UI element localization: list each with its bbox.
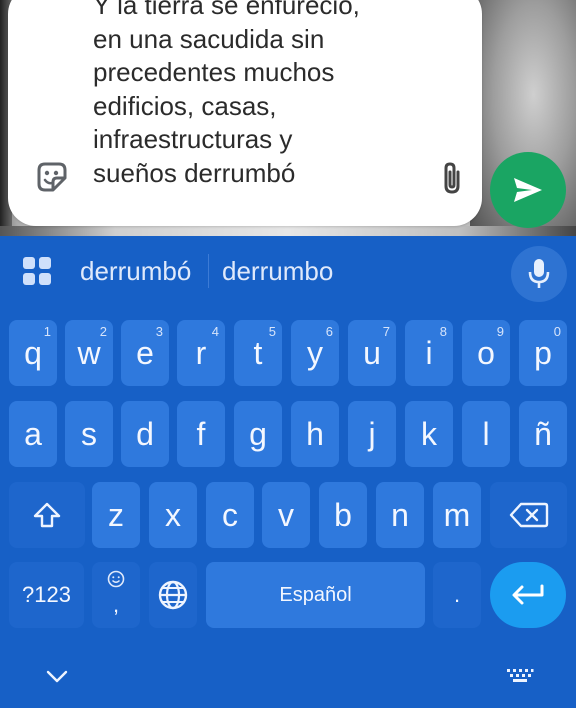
key-hint: 3 (155, 324, 163, 339)
key-label: m (443, 496, 471, 533)
suggestion-divider (208, 254, 209, 288)
period-label: . (453, 582, 461, 607)
key-m[interactable]: m (433, 482, 481, 548)
key-hint: 4 (211, 324, 219, 339)
key-hint: 6 (325, 324, 333, 339)
key-label: e (136, 334, 154, 371)
key-label: k (421, 415, 437, 452)
shift-key[interactable] (9, 482, 85, 548)
sticker-icon[interactable] (35, 160, 69, 194)
key-label: q (24, 334, 42, 371)
key-label: u (363, 334, 381, 371)
key-n-tilde[interactable]: ñ (519, 401, 567, 467)
key-label: n (391, 496, 409, 533)
send-button[interactable] (490, 152, 566, 228)
key-n[interactable]: n (376, 482, 424, 548)
shift-icon (33, 502, 61, 528)
key-label: w (77, 334, 101, 371)
chat-background: Y la tierra se enfureció, en una sacudid… (0, 0, 576, 236)
key-z[interactable]: z (92, 482, 140, 548)
symbols-key[interactable]: ?123 (9, 562, 84, 628)
key-h[interactable]: h (291, 401, 339, 467)
microphone-icon (528, 259, 550, 288)
key-label: c (222, 496, 238, 533)
backspace-key[interactable] (490, 482, 567, 548)
key-hint: 0 (553, 324, 561, 339)
key-y[interactable]: 6 y (291, 320, 339, 386)
key-w[interactable]: 2 w (65, 320, 113, 386)
key-label: g (249, 415, 267, 452)
key-hint: 7 (382, 324, 390, 339)
key-v[interactable]: v (262, 482, 310, 548)
key-r[interactable]: 4 r (177, 320, 225, 386)
key-label: z (108, 496, 124, 533)
message-input-box[interactable]: Y la tierra se enfureció, en una sacudid… (8, 0, 482, 226)
key-label: j (368, 415, 376, 452)
key-label: r (195, 334, 207, 371)
comma-label: , (112, 592, 120, 617)
key-hint: 9 (496, 324, 504, 339)
key-label: p (534, 334, 552, 371)
key-x[interactable]: x (149, 482, 197, 548)
key-d[interactable]: d (121, 401, 169, 467)
key-e[interactable]: 3 e (121, 320, 169, 386)
key-label: y (307, 334, 323, 371)
key-label: ñ (534, 415, 552, 452)
suggestion-bar: derrumbó derrumbo (0, 236, 576, 308)
symbols-key-label: ?123 (22, 582, 71, 607)
emoji-icon (107, 570, 125, 588)
emoji-comma-key[interactable]: , (92, 562, 140, 628)
language-key[interactable] (149, 562, 197, 628)
key-label: b (334, 496, 352, 533)
key-label: x (165, 496, 181, 533)
key-label: o (477, 334, 495, 371)
key-t[interactable]: 5 t (234, 320, 282, 386)
key-label: i (425, 334, 433, 371)
key-a[interactable]: a (9, 401, 57, 467)
key-u[interactable]: 7 u (348, 320, 396, 386)
enter-key[interactable] (490, 562, 566, 628)
enter-icon (512, 584, 544, 605)
key-s[interactable]: s (65, 401, 113, 467)
key-l[interactable]: l (462, 401, 510, 467)
keyboard-switch-icon[interactable] (506, 668, 534, 684)
key-hint: 8 (439, 324, 447, 339)
globe-icon (158, 580, 188, 610)
message-input-text[interactable]: Y la tierra se enfureció, en una sacudid… (93, 0, 423, 191)
period-key[interactable]: . (433, 562, 481, 628)
key-k[interactable]: k (405, 401, 453, 467)
key-label: l (482, 415, 490, 452)
key-label: v (278, 496, 294, 533)
key-label: h (306, 415, 324, 452)
apps-grid-icon[interactable] (22, 256, 52, 286)
suggestion-1[interactable]: derrumbó (80, 256, 191, 287)
key-c[interactable]: c (206, 482, 254, 548)
key-hint: 5 (268, 324, 276, 339)
key-p[interactable]: 0 p (519, 320, 567, 386)
key-label: s (81, 415, 97, 452)
key-hint: 2 (99, 324, 107, 339)
key-label: f (196, 415, 206, 452)
key-label: d (136, 415, 154, 452)
attachment-icon[interactable] (438, 160, 466, 196)
voice-input-button[interactable] (511, 246, 567, 302)
key-label: t (253, 334, 263, 371)
key-g[interactable]: g (234, 401, 282, 467)
keyboard: derrumbó derrumbo 1 q 2 w 3 e 4 r 5 t 6 … (0, 236, 576, 708)
key-f[interactable]: f (177, 401, 225, 467)
key-i[interactable]: 8 i (405, 320, 453, 386)
space-key[interactable]: Español (206, 562, 425, 628)
suggestion-2[interactable]: derrumbo (222, 256, 333, 287)
backspace-icon (509, 502, 548, 528)
key-q[interactable]: 1 q (9, 320, 57, 386)
key-label: a (24, 415, 42, 452)
space-key-label: Español (279, 583, 352, 606)
key-b[interactable]: b (319, 482, 367, 548)
key-o[interactable]: 9 o (462, 320, 510, 386)
send-arrow-icon (514, 178, 542, 202)
key-j[interactable]: j (348, 401, 396, 467)
chevron-down-icon[interactable] (46, 670, 68, 684)
background-photo-strip (0, 226, 576, 236)
key-hint: 1 (43, 324, 51, 339)
